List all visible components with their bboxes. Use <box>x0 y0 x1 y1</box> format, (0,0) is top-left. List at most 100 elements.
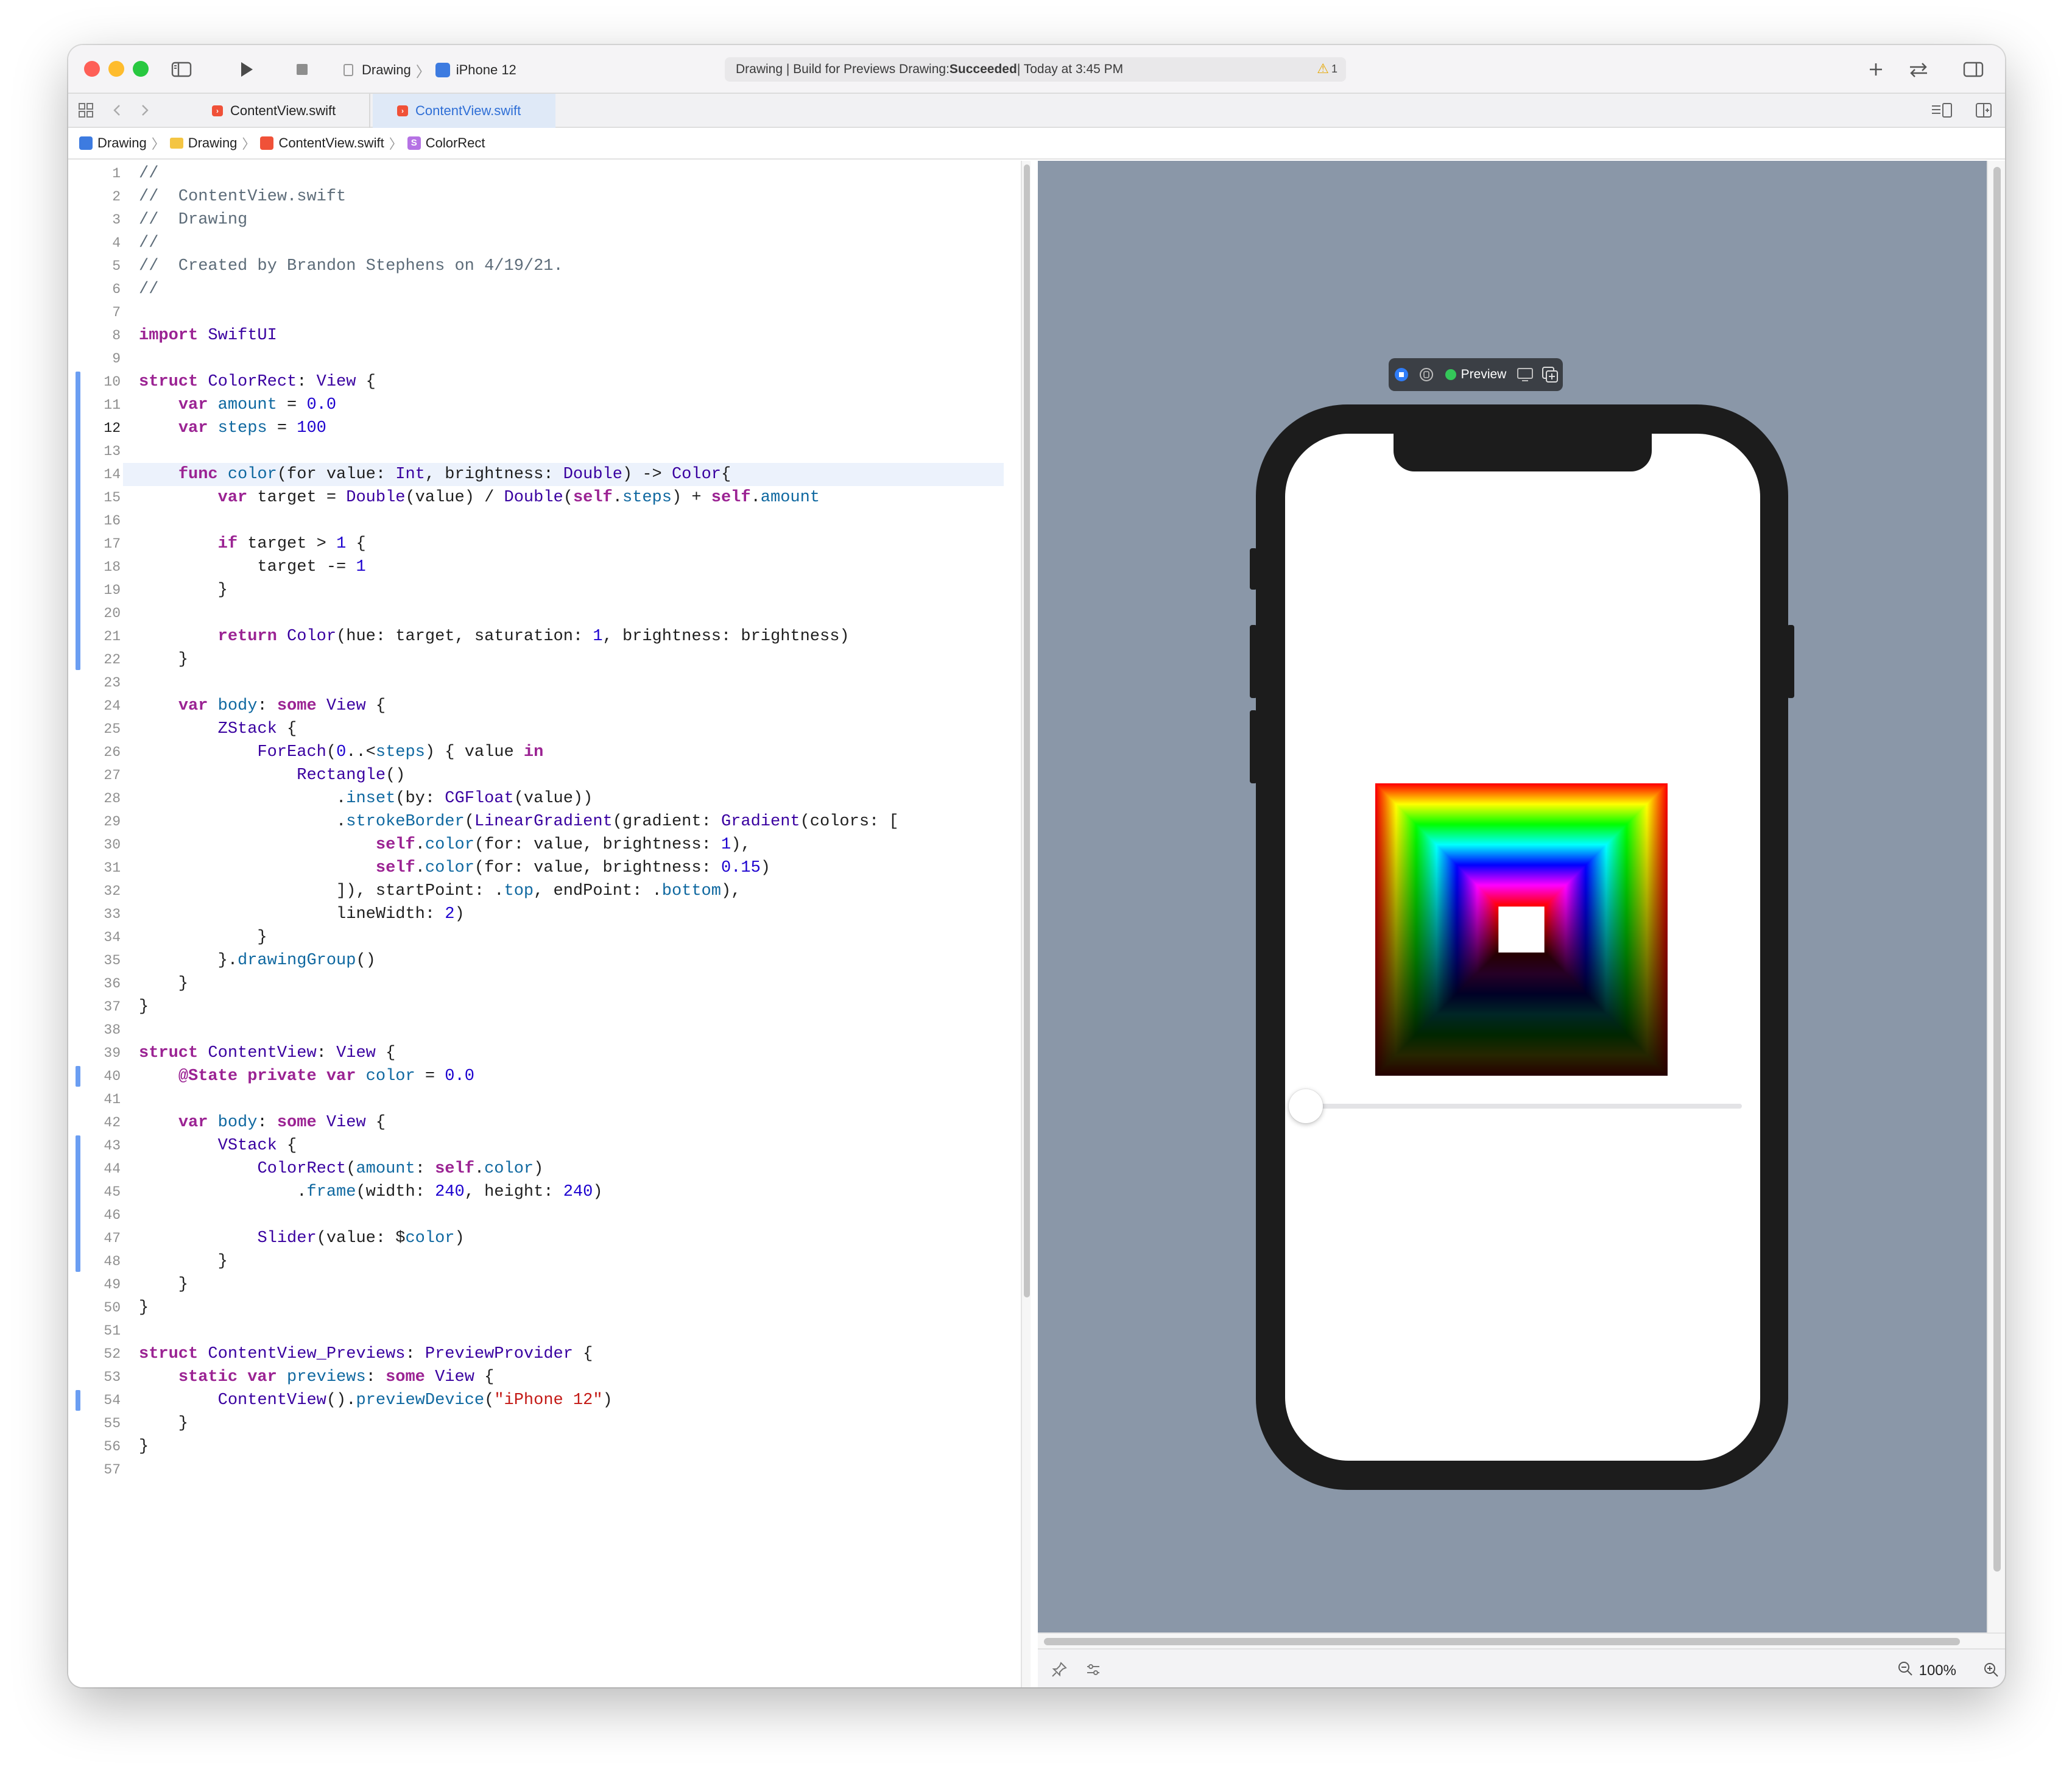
forward-icon[interactable] <box>134 100 156 122</box>
code-line[interactable]: import SwiftUI <box>139 324 277 347</box>
canvas-vertical-scrollbar[interactable] <box>1987 161 2005 1632</box>
play-icon[interactable] <box>235 58 257 80</box>
line-number[interactable]: 57 <box>68 1458 121 1481</box>
code-line[interactable]: } <box>139 972 188 995</box>
line-number[interactable]: 37 <box>68 995 121 1018</box>
line-number[interactable]: 34 <box>68 926 121 949</box>
code-line[interactable]: } <box>139 579 228 602</box>
live-preview-icon[interactable] <box>1389 361 1414 389</box>
tab-contentview-2[interactable]: › ContentView.swift <box>373 94 555 128</box>
code-line[interactable]: struct ContentView: View { <box>139 1042 395 1065</box>
code-line[interactable]: // <box>139 162 158 185</box>
breadcrumb-project[interactable]: Drawing <box>79 135 147 151</box>
code-line[interactable]: // Drawing <box>139 208 247 231</box>
code-line[interactable]: static var previews: some View { <box>139 1366 495 1389</box>
scheme-selector[interactable]: Drawing 〉 iPhone 12 <box>344 60 516 80</box>
change-indicator[interactable] <box>76 372 80 670</box>
code-line[interactable]: self.color(for: value, brightness: 1), <box>139 833 751 856</box>
code-line[interactable]: } <box>139 1296 149 1319</box>
line-number[interactable]: 31 <box>68 856 121 880</box>
editor-scrollbar[interactable] <box>1021 161 1031 1687</box>
stop-icon[interactable] <box>291 58 313 80</box>
activity-viewer[interactable]: Drawing | Build for Previews Drawing: Su… <box>725 57 1346 82</box>
slider-knob[interactable] <box>1289 1089 1323 1123</box>
line-number[interactable]: 30 <box>68 833 121 856</box>
code-line[interactable]: if target > 1 { <box>139 532 366 556</box>
code-line[interactable]: lineWidth: 2) <box>139 903 465 926</box>
line-number[interactable]: 36 <box>68 972 121 995</box>
line-number[interactable]: 51 <box>68 1319 121 1343</box>
breadcrumb-folder[interactable]: Drawing <box>169 135 237 151</box>
device-settings-icon[interactable] <box>1512 361 1537 389</box>
line-number[interactable]: 26 <box>68 741 121 764</box>
line-number[interactable]: 3 <box>68 208 121 231</box>
code-line[interactable]: ]), startPoint: .top, endPoint: .bottom)… <box>139 880 741 903</box>
line-number[interactable]: 33 <box>68 903 121 926</box>
code-line[interactable]: struct ColorRect: View { <box>139 370 376 393</box>
code-line[interactable]: // <box>139 278 158 301</box>
swap-icon[interactable] <box>1906 58 1928 80</box>
line-number[interactable]: 49 <box>68 1273 121 1296</box>
code-line[interactable]: Rectangle() <box>139 764 405 787</box>
preview-button[interactable]: Preview <box>1439 367 1513 382</box>
line-number[interactable]: 24 <box>68 694 121 718</box>
code-line[interactable]: .strokeBorder(LinearGradient(gradient: G… <box>139 810 899 833</box>
line-number[interactable]: 1 <box>68 162 121 185</box>
minimize-window-button[interactable] <box>108 61 124 77</box>
plus-icon[interactable] <box>1865 58 1887 80</box>
inspector-icon[interactable] <box>1962 58 1984 80</box>
code-line[interactable]: } <box>139 1250 228 1273</box>
sidebar-toggle-icon[interactable] <box>171 58 192 80</box>
warning-indicator[interactable]: ⚠ 1 <box>1317 61 1337 77</box>
back-icon[interactable] <box>107 100 129 122</box>
canvas-scroll-thumb[interactable] <box>1993 167 2001 1572</box>
variants-icon[interactable] <box>1084 1660 1102 1679</box>
line-number[interactable]: 35 <box>68 949 121 972</box>
code-line[interactable]: } <box>139 1273 188 1296</box>
code-line[interactable]: } <box>139 1435 149 1458</box>
line-number[interactable]: 6 <box>68 278 121 301</box>
code-line[interactable]: var body: some View { <box>139 1111 386 1134</box>
zoom-out-icon[interactable] <box>1896 1659 1914 1682</box>
slider-track[interactable] <box>1303 1104 1742 1109</box>
code-line[interactable]: var amount = 0.0 <box>139 393 336 417</box>
line-number[interactable]: 39 <box>68 1042 121 1065</box>
zoom-window-button[interactable] <box>133 61 149 77</box>
line-number[interactable]: 50 <box>68 1296 121 1319</box>
breadcrumb-file[interactable]: ContentView.swift <box>260 135 384 151</box>
code-line[interactable]: ContentView().previewDevice("iPhone 12") <box>139 1389 613 1412</box>
line-number[interactable]: 32 <box>68 880 121 903</box>
editor-options-icon[interactable] <box>1929 100 1952 122</box>
code-line[interactable]: @State private var color = 0.0 <box>139 1065 474 1088</box>
line-number[interactable]: 27 <box>68 764 121 787</box>
code-line[interactable]: self.color(for: value, brightness: 0.15) <box>139 856 770 880</box>
line-number[interactable]: 4 <box>68 231 121 255</box>
line-number[interactable]: 42 <box>68 1111 121 1134</box>
line-number[interactable]: 9 <box>68 347 121 370</box>
line-number[interactable]: 5 <box>68 255 121 278</box>
code-line[interactable]: } <box>139 1412 188 1435</box>
code-line[interactable]: } <box>139 648 188 671</box>
editor-scroll-thumb[interactable] <box>1024 164 1030 1297</box>
code-line[interactable]: var target = Double(value) / Double(self… <box>139 486 820 509</box>
pin-icon[interactable] <box>1050 1660 1068 1679</box>
code-line[interactable]: struct ContentView_Previews: PreviewProv… <box>139 1343 593 1366</box>
zoom-in-icon[interactable] <box>1982 1660 2000 1679</box>
change-indicator[interactable] <box>76 1135 80 1272</box>
line-number[interactable]: 2 <box>68 185 121 208</box>
tab-contentview-1[interactable]: › ContentView.swift <box>188 94 370 128</box>
code-line[interactable]: // <box>139 231 158 255</box>
canvas-scroll-thumb[interactable] <box>1044 1638 1960 1645</box>
code-line[interactable]: }.drawingGroup() <box>139 949 376 972</box>
code-line[interactable]: ZStack { <box>139 718 297 741</box>
breadcrumb-symbol[interactable]: S ColorRect <box>407 135 485 151</box>
line-number[interactable]: 56 <box>68 1435 121 1458</box>
code-line[interactable]: var body: some View { <box>139 694 386 718</box>
line-number[interactable]: 52 <box>68 1343 121 1366</box>
line-number[interactable]: 53 <box>68 1366 121 1389</box>
line-number[interactable]: 29 <box>68 810 121 833</box>
line-number[interactable]: 8 <box>68 324 121 347</box>
code-line[interactable]: target -= 1 <box>139 556 365 579</box>
selectable-icon[interactable] <box>1414 361 1439 389</box>
canvas-horizontal-scrollbar[interactable] <box>1038 1632 2005 1648</box>
